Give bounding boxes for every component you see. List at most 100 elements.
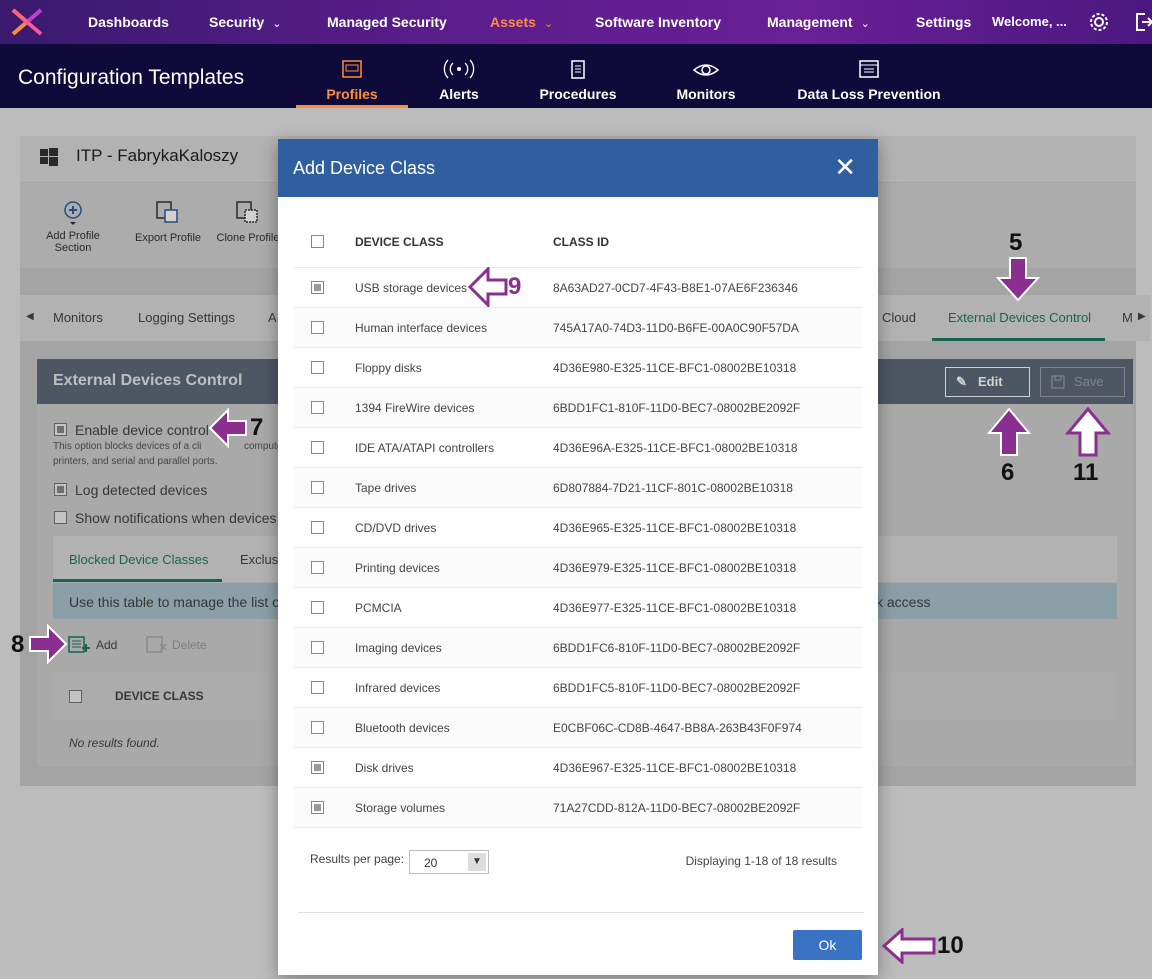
nav-dashboards[interactable]: Dashboards	[88, 14, 169, 30]
select-all-checkbox[interactable]	[311, 235, 324, 248]
table-row[interactable]: Floppy disks 4D36E980-E325-11CE-BFC1-0800…	[294, 348, 862, 388]
device-class-id: 4D36E967-E325-11CE-BFC1-08002BE10318	[553, 761, 797, 775]
device-class-id: 71A27CDD-812A-11D0-BEC7-08002BE2092F	[553, 801, 801, 815]
row-checkbox[interactable]	[311, 721, 324, 734]
device-class-name: Bluetooth devices	[355, 721, 450, 735]
device-class-name: 1394 FireWire devices	[355, 401, 475, 415]
row-checkbox[interactable]	[311, 321, 324, 334]
chevron-down-icon: ⌄	[272, 18, 282, 30]
sub-header: Configuration Templates Profiles Alerts …	[0, 44, 1152, 108]
annotation-number-7: 7	[250, 414, 264, 441]
nav-assets-label: Assets	[490, 14, 536, 30]
nav-managed-security[interactable]: Managed Security	[327, 14, 447, 30]
table-row[interactable]: 1394 FireWire devices 6BDD1FC1-810F-11D0-…	[294, 388, 862, 428]
table-row[interactable]: IDE ATA/ATAPI controllers 4D36E96A-E325-1…	[294, 428, 862, 468]
device-class-name: Storage volumes	[355, 801, 446, 815]
tab-data-loss-prevention[interactable]: Data Loss Prevention	[790, 44, 948, 108]
row-checkbox[interactable]	[311, 521, 324, 534]
table-row[interactable]: CD/DVD drives 4D36E965-E325-11CE-BFC1-080…	[294, 508, 862, 548]
tab-procedures-label: Procedures	[539, 86, 617, 102]
eye-icon	[670, 52, 742, 80]
row-checkbox[interactable]	[311, 801, 324, 814]
annotation-number-11: 11	[1073, 459, 1099, 486]
tab-monitors[interactable]: Monitors	[670, 44, 742, 108]
device-class-id: 6BDD1FC1-810F-11D0-BEC7-08002BE2092F	[553, 401, 801, 415]
table-row[interactable]: Imaging devices 6BDD1FC6-810F-11D0-BEC7-0…	[294, 628, 862, 668]
logo-icon	[11, 8, 43, 36]
top-navigation: Dashboards Security ⌄ Managed Security As…	[0, 0, 1152, 44]
device-class-id: 4D36E96A-E325-11CE-BFC1-08002BE10318	[553, 441, 798, 455]
procedures-icon	[532, 52, 624, 80]
device-class-name: Imaging devices	[355, 641, 442, 655]
device-class-id: 4D36E965-E325-11CE-BFC1-08002BE10318	[553, 521, 797, 535]
row-checkbox[interactable]	[311, 561, 324, 574]
tab-procedures[interactable]: Procedures	[532, 44, 624, 108]
device-class-id: 6D807884-7D21-11CF-801C-08002BE10318	[553, 481, 793, 495]
row-checkbox[interactable]	[311, 361, 324, 374]
device-class-name: PCMCIA	[355, 601, 402, 615]
ok-button[interactable]: Ok	[793, 930, 862, 960]
col-class-id: CLASS ID	[553, 235, 610, 249]
table-row[interactable]: Human interface devices 745A17A0-74D3-11D…	[294, 308, 862, 348]
nav-settings[interactable]: Settings	[916, 14, 971, 30]
tab-profiles[interactable]: Profiles	[296, 44, 408, 108]
table-row[interactable]: Storage volumes 71A27CDD-812A-11D0-BEC7-0…	[294, 788, 862, 828]
annotation-number-10: 10	[937, 932, 964, 959]
device-class-name: CD/DVD drives	[355, 521, 437, 535]
dialog-title: Add Device Class	[293, 158, 436, 178]
device-class-name: IDE ATA/ATAPI controllers	[355, 441, 495, 455]
page-title: Configuration Templates	[18, 66, 245, 89]
device-class-id: 4D36E979-E325-11CE-BFC1-08002BE10318	[553, 561, 797, 575]
row-checkbox[interactable]	[311, 641, 324, 654]
nav-management-label: Management	[767, 14, 853, 30]
arrow-left-icon	[882, 928, 936, 964]
results-per-page-label: Results per page:	[310, 852, 405, 866]
row-checkbox[interactable]	[311, 281, 324, 294]
tab-alerts-label: Alerts	[439, 86, 479, 102]
chevron-down-icon: ⌄	[860, 18, 870, 30]
arrow-left-icon	[208, 408, 247, 448]
welcome-user[interactable]: Welcome, ...	[992, 14, 1067, 29]
row-checkbox[interactable]	[311, 601, 324, 614]
dialog-header: Add Device Class ✕	[278, 139, 878, 197]
close-icon[interactable]: ✕	[834, 154, 856, 180]
nav-management[interactable]: Management ⌄	[767, 14, 870, 30]
app-logo[interactable]	[0, 0, 54, 44]
alerts-icon	[424, 52, 494, 80]
tab-profiles-label: Profiles	[326, 86, 378, 102]
tab-alerts[interactable]: Alerts	[424, 44, 494, 108]
nav-software-inventory[interactable]: Software Inventory	[595, 14, 721, 30]
device-class-id: 8A63AD27-0CD7-4F43-B8E1-07AE6F236346	[553, 281, 798, 295]
nav-assets[interactable]: Assets ⌄	[490, 14, 553, 30]
arrow-left-icon	[468, 267, 508, 307]
device-class-id: 4D36E977-E325-11CE-BFC1-08002BE10318	[553, 601, 797, 615]
table-row[interactable]: Printing devices 4D36E979-E325-11CE-BFC1-…	[294, 548, 862, 588]
row-checkbox[interactable]	[311, 761, 324, 774]
dlp-icon	[790, 52, 948, 80]
table-row[interactable]: Disk drives 4D36E967-E325-11CE-BFC1-08002…	[294, 748, 862, 788]
annotation-number-6: 6	[1001, 459, 1015, 486]
nav-security-label: Security	[209, 14, 265, 30]
results-per-page-select[interactable]: 20 ▼	[409, 850, 489, 874]
nav-security[interactable]: Security ⌄	[209, 14, 281, 30]
row-checkbox[interactable]	[311, 401, 324, 414]
arrow-down-icon	[995, 257, 1041, 302]
table-row[interactable]: Bluetooth devices E0CBF06C-CD8B-4647-BB8A…	[294, 708, 862, 748]
row-checkbox[interactable]	[311, 441, 324, 454]
device-class-name: Floppy disks	[355, 361, 422, 375]
arrow-up-icon	[986, 407, 1032, 456]
row-checkbox[interactable]	[311, 481, 324, 494]
table-row[interactable]: Infrared devices 6BDD1FC5-810F-11D0-BEC7-…	[294, 668, 862, 708]
profiles-icon	[296, 52, 408, 80]
device-class-name: Infrared devices	[355, 681, 441, 695]
gear-icon[interactable]	[1088, 11, 1110, 38]
chevron-down-icon: ⌄	[543, 18, 554, 30]
device-class-id: 6BDD1FC5-810F-11D0-BEC7-08002BE2092F	[553, 681, 801, 695]
table-row[interactable]: Tape drives 6D807884-7D21-11CF-801C-08002…	[294, 468, 862, 508]
table-row[interactable]: PCMCIA 4D36E977-E325-11CE-BFC1-08002BE103…	[294, 588, 862, 628]
device-class-table: DEVICE CLASS CLASS ID USB storage device…	[294, 216, 862, 828]
logout-icon[interactable]	[1133, 11, 1152, 38]
row-checkbox[interactable]	[311, 681, 324, 694]
table-row[interactable]: USB storage devices 8A63AD27-0CD7-4F43-B8…	[294, 268, 862, 308]
device-class-name: Tape drives	[355, 481, 417, 495]
